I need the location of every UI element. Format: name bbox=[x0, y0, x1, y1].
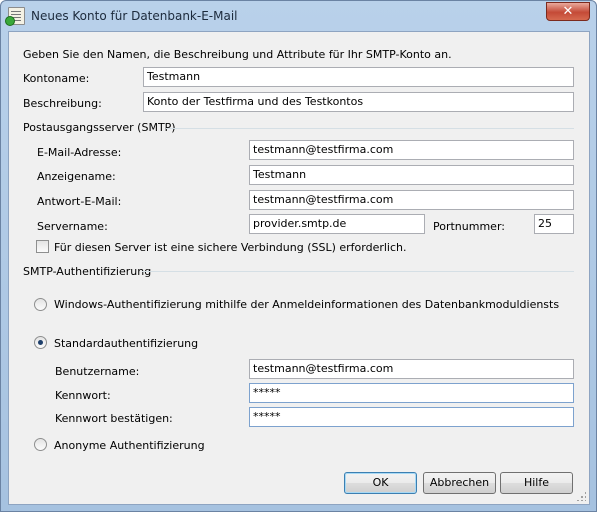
port-number-label: Portnummer: bbox=[433, 220, 505, 233]
standard-auth-label[interactable]: Standardauthentifizierung bbox=[54, 337, 198, 350]
close-icon: ✕ bbox=[562, 4, 574, 19]
auth-group-label: SMTP-Authentifizierung bbox=[23, 265, 152, 278]
window-title: Neues Konto für Datenbank-E-Mail bbox=[31, 9, 238, 23]
resize-grip-icon[interactable] bbox=[576, 491, 586, 501]
dialog-window: Neues Konto für Datenbank-E-Mail ✕ Geben… bbox=[0, 0, 597, 512]
windows-auth-radio[interactable] bbox=[34, 298, 47, 311]
email-address-input[interactable]: testmann@testfirma.com bbox=[249, 140, 574, 160]
account-name-input[interactable]: Testmann bbox=[143, 67, 574, 87]
server-name-input[interactable]: provider.smtp.de bbox=[249, 214, 425, 234]
description-label: Beschreibung: bbox=[23, 97, 102, 110]
confirm-password-input[interactable]: ***** bbox=[249, 407, 574, 427]
cancel-button[interactable]: Abbrechen bbox=[423, 472, 496, 494]
dialog-client-area: Geben Sie den Namen, die Beschreibung un… bbox=[8, 31, 590, 505]
port-number-input[interactable]: 25 bbox=[534, 214, 574, 234]
display-name-input[interactable]: Testmann bbox=[249, 165, 574, 185]
smtp-group-label: Postausgangsserver (SMTP) bbox=[23, 121, 176, 134]
password-input[interactable]: ***** bbox=[249, 383, 574, 403]
anonymous-auth-radio[interactable] bbox=[34, 438, 47, 451]
close-button[interactable]: ✕ bbox=[546, 2, 590, 21]
windows-auth-label[interactable]: Windows-Authentifizierung mithilfe der A… bbox=[54, 298, 559, 311]
ssl-checkbox[interactable] bbox=[36, 240, 49, 253]
ssl-checkbox-label[interactable]: Für diesen Server ist eine sichere Verbi… bbox=[54, 241, 407, 254]
confirm-password-label: Kennwort bestätigen: bbox=[55, 412, 173, 425]
smtp-group-divider bbox=[166, 128, 574, 129]
standard-auth-radio[interactable] bbox=[34, 336, 47, 349]
account-name-label: Kontoname: bbox=[23, 72, 90, 85]
description-input[interactable]: Konto der Testfirma und des Testkontos bbox=[143, 92, 574, 112]
reply-email-input[interactable]: testmann@testfirma.com bbox=[249, 190, 574, 210]
ok-button[interactable]: OK bbox=[344, 472, 417, 494]
anonymous-auth-label[interactable]: Anonyme Authentifizierung bbox=[54, 439, 205, 452]
password-label: Kennwort: bbox=[55, 389, 111, 402]
username-label: Benutzername: bbox=[55, 365, 140, 378]
email-address-label: E-Mail-Adresse: bbox=[37, 146, 122, 159]
username-input[interactable]: testmann@testfirma.com bbox=[249, 359, 574, 379]
display-name-label: Anzeigename: bbox=[37, 170, 116, 183]
server-name-label: Servername: bbox=[37, 220, 108, 233]
reply-email-label: Antwort-E-Mail: bbox=[37, 195, 122, 208]
title-bar[interactable]: Neues Konto für Datenbank-E-Mail ✕ bbox=[1, 1, 596, 31]
database-mail-icon bbox=[5, 7, 25, 26]
help-button[interactable]: Hilfe bbox=[500, 472, 573, 494]
auth-group-divider bbox=[142, 271, 574, 272]
intro-text: Geben Sie den Namen, die Beschreibung un… bbox=[23, 48, 452, 61]
